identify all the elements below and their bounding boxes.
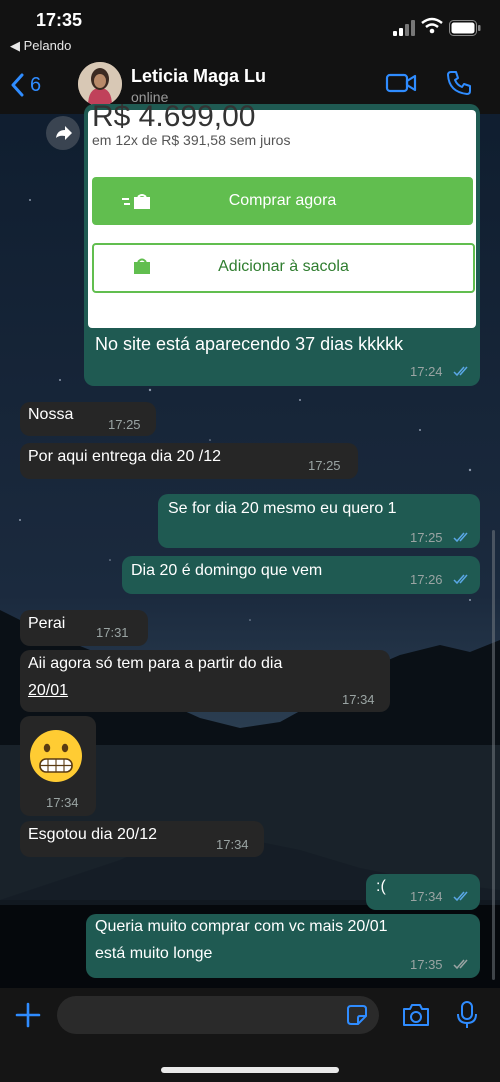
- add-to-bag-label: Adicionar à sacola: [218, 258, 349, 275]
- message-time: 17:34: [410, 889, 443, 904]
- message-time: 17:34: [342, 692, 375, 707]
- message-text: Se for dia 20 mesmo eu quero 1: [168, 500, 397, 517]
- message-text: Dia 20 é domingo que vem: [131, 562, 323, 579]
- grimacing-face-emoji: [30, 730, 82, 782]
- message-time: 17:25: [308, 458, 341, 473]
- installments-text: em 12x de R$ 391,58 sem juros: [92, 132, 291, 148]
- message-text: Esgotou dia 20/12: [28, 826, 157, 843]
- unread-count: 6: [30, 73, 42, 96]
- scrollbar[interactable]: [492, 530, 495, 980]
- date-link[interactable]: 20/01: [28, 682, 68, 700]
- message-time: 17:24: [410, 364, 443, 379]
- read-receipt-icon: [453, 891, 468, 902]
- back-button[interactable]: 6: [10, 70, 41, 100]
- read-receipt-icon: [453, 532, 468, 543]
- message-text: Perai: [28, 615, 66, 632]
- battery-icon: [449, 20, 481, 36]
- message-input[interactable]: [57, 996, 379, 1034]
- product-price: R$ 4.699,00: [92, 100, 256, 133]
- contact-name[interactable]: Leticia Maga Lu: [131, 66, 266, 87]
- message-time: 17:25: [410, 530, 443, 545]
- message-text: Aii agora só tem para a partir do dia: [28, 655, 283, 672]
- wifi-icon: [421, 17, 443, 34]
- message-text: está muito longe: [95, 945, 213, 962]
- message-time: 17:35: [410, 957, 443, 972]
- forward-button[interactable]: [46, 116, 80, 150]
- home-indicator[interactable]: [161, 1067, 339, 1073]
- message-text: No site está aparecendo 37 dias kkkkk: [95, 334, 404, 354]
- sticker-icon[interactable]: [345, 1003, 369, 1027]
- voice-call-icon[interactable]: [446, 70, 472, 96]
- message-time: 17:31: [96, 625, 129, 640]
- back-to-app-link[interactable]: ◀ Pelando: [10, 38, 71, 54]
- video-call-icon[interactable]: [385, 70, 417, 96]
- delivered-receipt-icon: [453, 959, 468, 970]
- message-text: Queria muito comprar com vc mais 20/01: [95, 918, 388, 935]
- read-receipt-icon: [453, 574, 468, 585]
- status-time: 17:35: [36, 10, 83, 30]
- camera-icon[interactable]: [401, 1002, 431, 1028]
- message-time: 17:34: [216, 837, 249, 852]
- message-time: 17:34: [46, 795, 79, 810]
- read-receipt-icon: [453, 366, 468, 377]
- cellular-signal-icon: [393, 20, 415, 36]
- message-text: :(: [376, 878, 386, 895]
- buy-now-label: Comprar agora: [228, 192, 337, 209]
- forward-arrow-icon: [56, 126, 72, 140]
- message-time: 17:26: [410, 572, 443, 587]
- message-text: Por aqui entrega dia 20 /12: [28, 448, 222, 465]
- message-text: Nossa: [28, 406, 74, 423]
- microphone-icon[interactable]: [455, 1000, 479, 1030]
- chevron-left-icon: [11, 73, 24, 97]
- plus-icon[interactable]: [14, 1001, 42, 1029]
- message-time: 17:25: [108, 417, 141, 432]
